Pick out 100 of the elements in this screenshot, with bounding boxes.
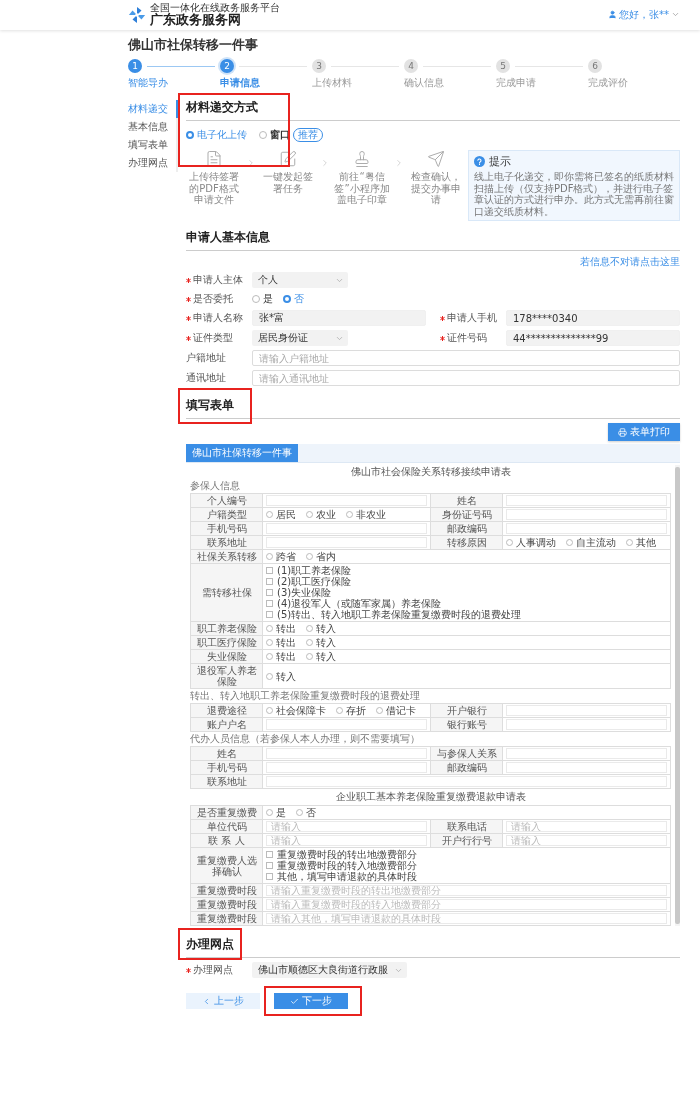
correction-link[interactable]: 若信息不对请点击这里 [580, 255, 680, 269]
checkbox-label: 重复缴费时段的转出地缴费部分 [277, 849, 417, 860]
radio-button[interactable] [283, 295, 291, 303]
chevron-left-icon [202, 996, 211, 1006]
radio-label: 跨省 [276, 551, 296, 562]
page-title: 佛山市社保转移一件事 [128, 36, 259, 54]
flow-step-text: 一键发起签署任务 [262, 171, 314, 194]
input-field[interactable]: 请输入 [266, 821, 427, 832]
input-field[interactable]: 请输入户籍地址 [252, 350, 680, 366]
input-field[interactable] [506, 495, 667, 506]
next-button[interactable]: 下一步 [274, 993, 348, 1009]
input-field[interactable] [506, 762, 667, 773]
back-button[interactable]: 上一步 [186, 993, 260, 1009]
radio-label: 否 [306, 807, 316, 818]
nav-item[interactable]: 基本信息 [128, 118, 178, 136]
radio-label: 窗口 [270, 128, 290, 142]
radio-button[interactable] [266, 707, 273, 714]
radio-button[interactable] [266, 809, 273, 816]
field-label: 申请人手机 [447, 311, 497, 325]
step-label[interactable]: 申请信息 [220, 76, 260, 90]
radio-button[interactable] [306, 625, 313, 632]
radio-button[interactable] [266, 625, 273, 632]
radio-button[interactable] [266, 511, 273, 518]
radio-button[interactable] [346, 511, 353, 518]
input-field[interactable]: 请输入 [266, 835, 427, 846]
input-field[interactable] [506, 705, 667, 716]
checkbox[interactable] [266, 862, 273, 869]
print-button[interactable]: 表单打印 [608, 423, 680, 441]
field-label: 社保关系转移 [191, 550, 263, 564]
field-label: 联 系 人 [191, 834, 263, 848]
input-field[interactable]: 请输入 [506, 821, 667, 832]
checkbox[interactable] [266, 589, 273, 596]
field-label: 职工养老保险 [191, 622, 263, 636]
input-field[interactable] [266, 523, 427, 534]
field-label: 手机号码 [191, 761, 263, 775]
field-label: 通讯地址 [186, 371, 226, 385]
select-field[interactable]: 居民身份证 [252, 330, 348, 346]
input-field[interactable]: 44**************99 [506, 330, 680, 346]
radio-button[interactable] [376, 707, 383, 714]
select-field[interactable]: 个人 [252, 272, 348, 288]
radio-label: 非农业 [356, 509, 386, 520]
nav-item[interactable]: 填写表单 [128, 136, 178, 154]
logo-icon [128, 6, 146, 24]
step-label[interactable]: 上传材料 [312, 76, 352, 90]
input-field[interactable] [266, 776, 667, 787]
input-field[interactable]: 178****0340 [506, 310, 680, 326]
step-number: 3 [312, 59, 326, 73]
input-field[interactable] [266, 495, 427, 506]
radio-button[interactable] [186, 131, 194, 139]
input-field[interactable]: 请输入通讯地址 [252, 370, 680, 386]
select-field[interactable]: 佛山市顺德区大良街道行政服 [252, 962, 407, 978]
radio-button[interactable] [626, 539, 633, 546]
scrollbar-thumb[interactable] [675, 467, 680, 924]
user-icon [608, 10, 617, 20]
radio-button[interactable] [266, 653, 273, 660]
radio-button[interactable] [266, 639, 273, 646]
platform-subtitle: 全国一体化在线政务服务平台 [150, 2, 280, 14]
checkbox[interactable] [266, 873, 273, 880]
input-field[interactable] [506, 509, 667, 520]
step-label[interactable]: 完成评价 [588, 76, 628, 90]
checkbox[interactable] [266, 567, 273, 574]
radio-button[interactable] [506, 539, 513, 546]
input-field[interactable]: 请输入 [506, 835, 667, 846]
nav-item[interactable]: 材料递交 [128, 100, 178, 118]
nav-item[interactable]: 办理网点 [128, 154, 178, 172]
step-label[interactable]: 完成申请 [496, 76, 536, 90]
section-title: 填写表单 [186, 398, 234, 412]
field-label: 户籍类型 [191, 508, 263, 522]
checkbox[interactable] [266, 851, 273, 858]
radio-label: 居民 [276, 509, 296, 520]
radio-label: 电子化上传 [197, 128, 247, 142]
radio-button[interactable] [336, 707, 343, 714]
input-field[interactable] [506, 719, 667, 730]
checkbox[interactable] [266, 611, 273, 618]
checkbox[interactable] [266, 578, 273, 585]
radio-button[interactable] [266, 553, 273, 560]
step-label[interactable]: 智能导办 [128, 76, 168, 90]
user-menu[interactable]: 您好，张** [608, 8, 680, 22]
input-field[interactable] [266, 719, 427, 730]
radio-button[interactable] [306, 553, 313, 560]
field-label: 开户行行号 [431, 834, 503, 848]
radio-label: 省内 [316, 551, 336, 562]
radio-button[interactable] [566, 539, 573, 546]
form-tab[interactable]: 佛山市社保转移一件事 [186, 444, 298, 462]
input-field[interactable] [506, 523, 667, 534]
input-field[interactable] [506, 748, 667, 759]
radio-button[interactable] [306, 511, 313, 518]
flow-step-text: 上传待签署的PDF格式申请文件 [188, 171, 240, 206]
radio-button[interactable] [259, 131, 267, 139]
radio-button[interactable] [266, 672, 273, 680]
radio-button[interactable] [296, 809, 303, 816]
step-label[interactable]: 确认信息 [404, 76, 444, 90]
input-field[interactable] [266, 748, 427, 759]
radio-button[interactable] [252, 295, 260, 303]
radio-button[interactable] [306, 639, 313, 646]
input-field[interactable] [266, 762, 427, 773]
checkbox[interactable] [266, 600, 273, 607]
input-field[interactable]: 张*富 [252, 310, 426, 326]
input-field[interactable] [266, 537, 427, 548]
radio-button[interactable] [306, 653, 313, 660]
